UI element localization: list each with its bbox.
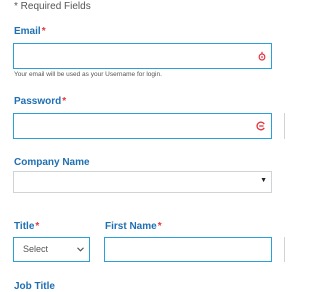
adjacent-field-edge — [284, 113, 291, 139]
first-name-label: First Name* — [105, 221, 162, 232]
email-validation-icon[interactable] — [258, 51, 266, 61]
title-select-value: Select — [23, 244, 49, 254]
title-select[interactable]: Select — [13, 237, 90, 262]
email-label: Email* — [14, 26, 46, 37]
email-helper-text: Your email will be used as your Username… — [14, 71, 162, 78]
email-required-mark: * — [41, 26, 46, 37]
password-label-text: Password — [14, 96, 62, 107]
password-manager-icon[interactable] — [256, 121, 266, 131]
first-name-required-mark: * — [157, 221, 162, 232]
company-name-label: Company Name — [14, 157, 90, 168]
caret-down-icon: ▼ — [260, 177, 267, 184]
email-input[interactable] — [13, 43, 272, 69]
email-label-text: Email — [14, 26, 41, 37]
chevron-down-icon — [77, 247, 84, 252]
password-required-mark: * — [62, 96, 67, 107]
required-fields-note: * Required Fields — [14, 1, 91, 12]
title-label: Title* — [14, 221, 39, 232]
password-label: Password* — [14, 96, 66, 107]
title-required-mark: * — [35, 221, 40, 232]
title-label-text: Title — [14, 221, 35, 232]
adjacent-field-edge — [284, 237, 291, 262]
company-name-select[interactable]: ▼ — [13, 171, 272, 193]
first-name-label-text: First Name — [105, 221, 157, 232]
job-title-label: Job Title — [14, 281, 55, 292]
first-name-input[interactable] — [104, 237, 272, 262]
password-input[interactable] — [13, 113, 272, 139]
